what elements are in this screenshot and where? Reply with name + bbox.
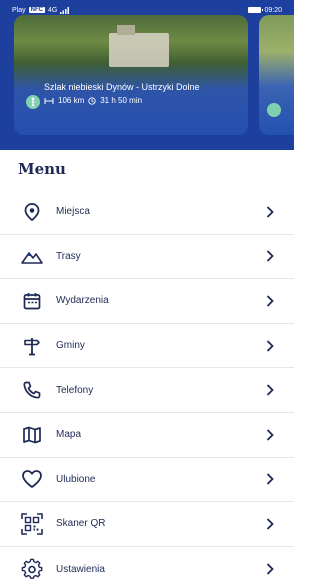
menu-item-telefony[interactable]: Telefony <box>0 368 294 413</box>
calendar-icon <box>20 289 44 313</box>
signpost-icon <box>20 334 44 358</box>
hiker-pin-icon <box>26 95 40 109</box>
chevron-right-icon <box>264 206 276 218</box>
clock-icon <box>88 96 96 105</box>
route-distance: 106 km <box>58 96 85 105</box>
next-route-card[interactable] <box>259 15 294 135</box>
battery-icon <box>248 7 264 13</box>
chevron-right-icon <box>264 250 276 263</box>
menu-item-label: Ulubione <box>56 473 96 485</box>
castle-image <box>109 25 169 67</box>
menu-item-gminy[interactable]: Gminy <box>0 324 294 369</box>
carrier-label: Play <box>12 6 26 14</box>
menu-item-mapa[interactable]: Mapa <box>0 413 294 458</box>
nfc-badge: NFC <box>28 7 45 13</box>
menu-item-label: Wydarzenia <box>56 295 109 307</box>
clock: 09:20 <box>264 6 282 14</box>
qr-code-icon <box>20 512 44 536</box>
menu-list: Miejsca Trasy Wydarzenia Gminy Telefony <box>0 190 294 588</box>
menu-item-ulubione[interactable]: Ulubione <box>0 458 294 503</box>
menu-item-skaner-qr[interactable]: Skaner QR <box>0 502 294 547</box>
menu-item-label: Trasy <box>56 250 81 262</box>
heart-icon <box>20 467 44 491</box>
menu-item-label: Gminy <box>56 340 85 352</box>
chevron-right-icon <box>264 518 276 530</box>
route-duration: 31 h 50 min <box>100 96 143 105</box>
chevron-right-icon <box>264 563 276 575</box>
chevron-right-icon <box>264 429 276 441</box>
next-route-photo <box>259 15 294 135</box>
chevron-right-icon <box>264 295 276 307</box>
menu-item-label: Skaner QR <box>56 518 106 530</box>
status-bar: Play NFC 4G 09:20 <box>0 0 294 20</box>
menu-item-label: Miejsca <box>56 206 90 218</box>
menu-title: Menu <box>18 160 66 178</box>
distance-icon <box>44 97 54 104</box>
signal-label: 4G <box>47 6 58 14</box>
map-icon <box>20 423 44 447</box>
hero-carousel: Play NFC 4G 09:20 Szlak niebieski Dynów … <box>0 0 294 150</box>
menu-item-label: Mapa <box>56 429 82 441</box>
menu-item-ustawienia[interactable]: Ustawienia <box>0 547 294 588</box>
mountain-icon <box>20 244 44 268</box>
next-hiker-pin-icon <box>267 103 281 117</box>
chevron-right-icon <box>264 473 276 485</box>
chevron-right-icon <box>264 339 276 352</box>
menu-item-miejsca[interactable]: Miejsca <box>0 190 294 235</box>
location-pin-icon <box>20 200 44 224</box>
gear-icon <box>20 557 44 581</box>
route-card[interactable]: Szlak niebieski Dynów - Ustrzyki Dolne 1… <box>14 15 248 135</box>
signal-icon <box>60 6 70 14</box>
chevron-right-icon <box>264 384 276 396</box>
menu-item-label: Ustawienia <box>56 563 105 575</box>
phone-icon <box>20 378 44 402</box>
menu-item-trasy[interactable]: Trasy <box>0 235 294 280</box>
menu-item-label: Telefony <box>56 384 94 396</box>
route-meta: 106 km 31 h 50 min <box>44 96 238 105</box>
menu-item-wydarzenia[interactable]: Wydarzenia <box>0 279 294 324</box>
route-title: Szlak niebieski Dynów - Ustrzyki Dolne <box>44 82 200 92</box>
